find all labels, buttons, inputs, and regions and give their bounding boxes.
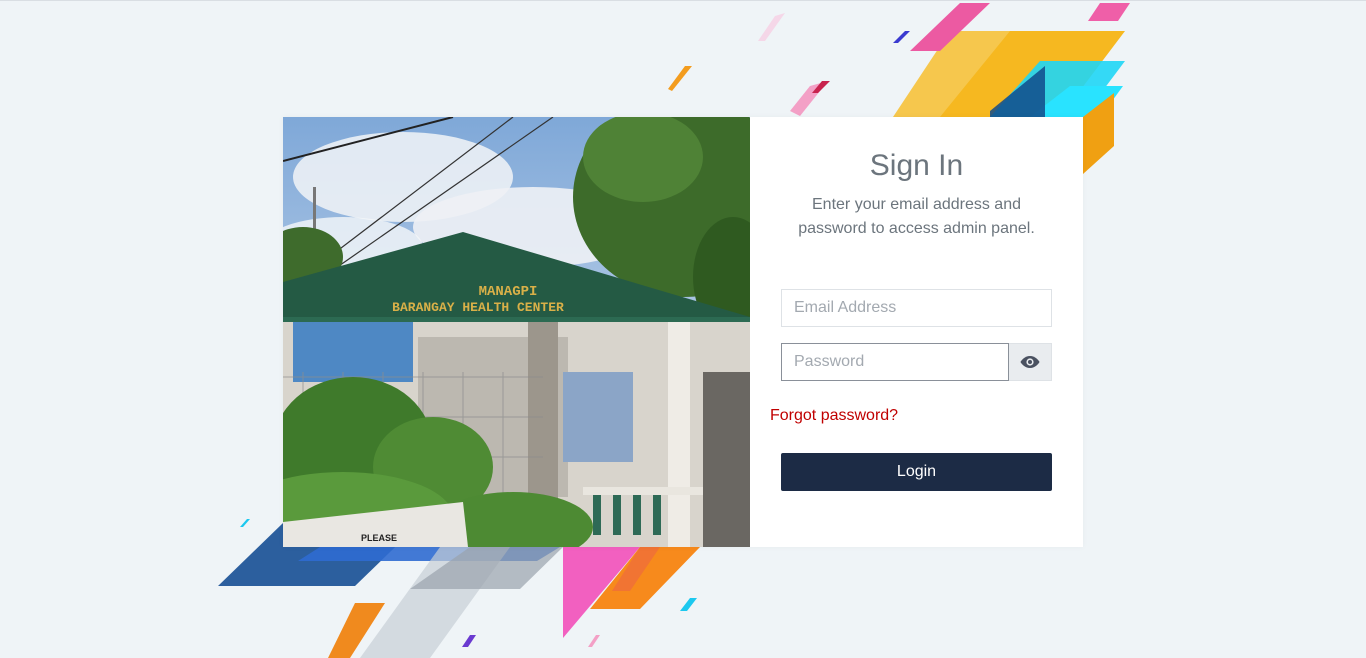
login-card: MANAGPI BARANGAY HEALTH CENTER PLEASE Si… xyxy=(283,117,1083,547)
signin-form: Sign In Enter your email address and pas… xyxy=(750,117,1083,547)
page-title: Sign In xyxy=(869,149,964,182)
password-group xyxy=(781,343,1052,381)
email-field[interactable] xyxy=(781,289,1052,327)
forgot-password-link[interactable]: Forgot password? xyxy=(770,407,898,425)
login-button[interactable]: Login xyxy=(781,453,1052,491)
notice-text: PLEASE xyxy=(361,533,397,543)
password-field[interactable] xyxy=(781,343,1009,381)
signin-subtitle: Enter your email address and password to… xyxy=(798,196,1035,237)
eye-icon xyxy=(1020,356,1040,368)
sign-line2: BARANGAY HEALTH CENTER xyxy=(392,300,564,315)
sign-line1: MANAGPI xyxy=(479,284,538,300)
show-password-button[interactable] xyxy=(1009,343,1052,381)
health-center-photo: MANAGPI BARANGAY HEALTH CENTER PLEASE xyxy=(283,117,750,547)
